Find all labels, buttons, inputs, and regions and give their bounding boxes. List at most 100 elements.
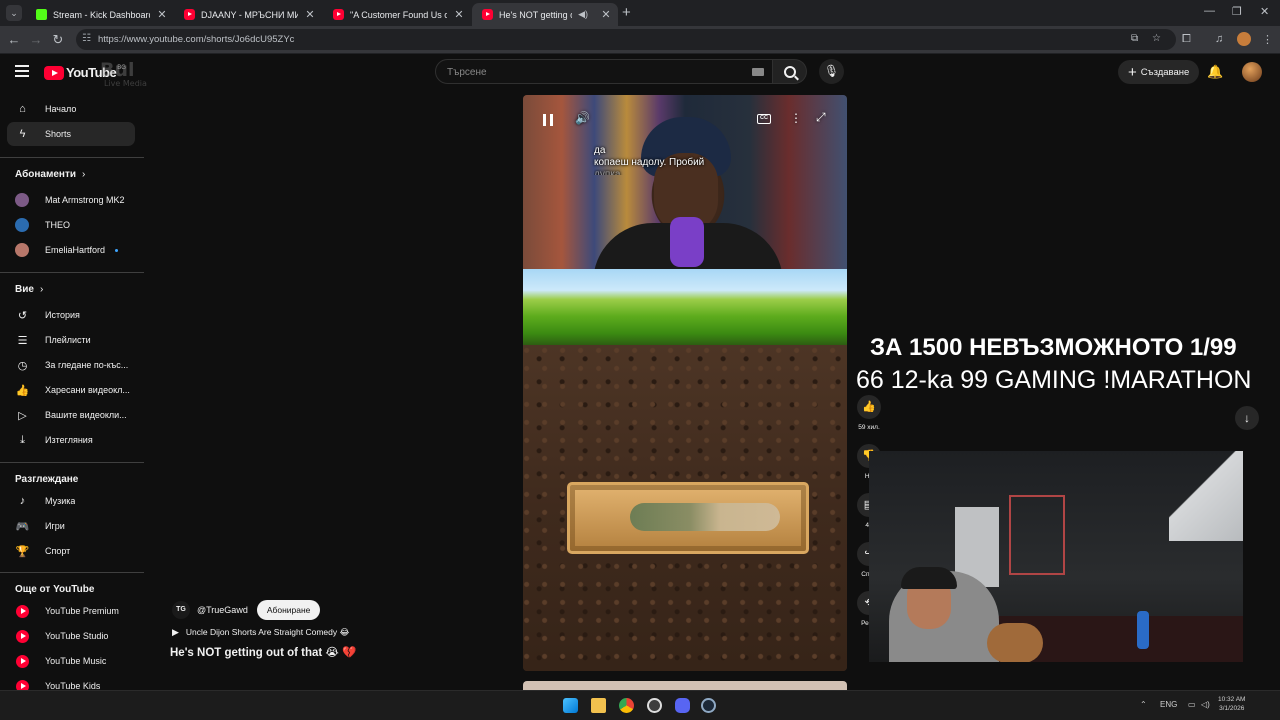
language-indicator[interactable]: ENG: [1160, 700, 1177, 709]
playlist-link[interactable]: ▶ Uncle Dijon Shorts Are Straight Comedy…: [172, 627, 349, 638]
browser-menu-icon[interactable]: ⋮: [1262, 33, 1273, 46]
extensions-icon[interactable]: ⧠: [1182, 33, 1191, 46]
sidebar-item-youtube-studio[interactable]: YouTube Studio: [7, 624, 135, 648]
tab-title: He's NOT getting out of tha: [499, 9, 572, 20]
close-tab-icon[interactable]: ✕: [156, 8, 168, 21]
short-title[interactable]: He's NOT getting out of that 😭 💔: [170, 645, 356, 659]
obs-icon[interactable]: [647, 698, 662, 713]
windows-start-icon[interactable]: [563, 698, 578, 713]
like-button[interactable]: 👍 59 хил.: [857, 395, 881, 431]
network-icon[interactable]: ▭: [1188, 700, 1196, 709]
section-title: Абонаменти: [15, 169, 77, 180]
restore-icon[interactable]: ❐: [1232, 5, 1242, 18]
sidebar-item-label: За гледане по-къс...: [45, 360, 129, 370]
tray-chevron-up-icon[interactable]: ⌃: [1140, 700, 1147, 709]
profile-avatar-icon[interactable]: [1237, 32, 1251, 46]
youtube-play-icon: [44, 65, 64, 80]
bookmark-star-icon[interactable]: ☆: [1152, 33, 1161, 44]
back-icon[interactable]: ←: [6, 32, 22, 47]
account-avatar[interactable]: [1242, 62, 1262, 82]
notifications-bell-icon[interactable]: 🔔: [1207, 64, 1223, 80]
create-button[interactable]: + Създаване: [1118, 60, 1200, 84]
sidebar-item-your-videos[interactable]: ▷ Вашите видеокли...: [7, 403, 135, 427]
next-short-arrow-down-icon[interactable]: ↓: [1235, 406, 1259, 430]
file-explorer-icon[interactable]: [591, 698, 606, 713]
volume-icon[interactable]: 🔊: [575, 111, 590, 125]
sidebar-item-music[interactable]: ♪ Музика: [7, 489, 135, 513]
search-placeholder: Търсене: [447, 67, 487, 78]
tab-customer-yelp[interactable]: "A Customer Found Us on Yelp ✕: [323, 3, 471, 26]
tab-djaany[interactable]: DJAANY - МРЪСНИ МИСЛИ [ ✕: [174, 3, 322, 26]
keyboard-icon[interactable]: [752, 68, 764, 76]
system-clock[interactable]: 10:32 AM 3/1/2026: [1218, 695, 1245, 713]
subscribe-button[interactable]: Абониране: [256, 600, 321, 620]
youtube-icon: [333, 9, 344, 20]
fullscreen-icon[interactable]: ⤢: [816, 110, 826, 125]
sidebar-item-label: Музика: [45, 496, 76, 506]
guide-menu-icon[interactable]: [15, 65, 29, 80]
channel-name[interactable]: @TrueGawd: [197, 605, 248, 615]
youtube-icon: [184, 9, 195, 20]
volume-tray-icon[interactable]: ◁): [1201, 700, 1210, 709]
tab-search-icon[interactable]: ⌄: [6, 5, 22, 21]
tab-title: "A Customer Found Us on Yelp: [350, 9, 447, 20]
chrome-icon[interactable]: [619, 698, 634, 713]
forward-icon[interactable]: →: [28, 32, 44, 47]
explore-header: Разглеждане: [15, 474, 78, 485]
sidebar-item-downloads[interactable]: ⤓ Изтегляния: [7, 428, 135, 452]
youtube-studio-icon: [16, 629, 29, 643]
pet-shape: [987, 623, 1043, 662]
sidebar-item-label: Спорт: [45, 546, 71, 556]
new-tab-icon[interactable]: +: [622, 4, 631, 21]
close-tab-icon[interactable]: ✕: [453, 8, 465, 21]
coffin-image: [567, 482, 809, 554]
media-control-icon[interactable]: ♫: [1215, 33, 1223, 45]
sidebar-item-liked-videos[interactable]: 👍 Харесани видеокл...: [7, 378, 135, 402]
reload-icon[interactable]: ↻: [50, 32, 66, 48]
softbox-light-shape: [1169, 451, 1243, 541]
sidebar-item-emeliahartford[interactable]: EmeliaHartford: [7, 238, 135, 262]
site-info-icon[interactable]: ☷: [82, 33, 91, 44]
tab-kick-dashboard[interactable]: Stream - Kick Dashboard ✕: [26, 3, 174, 26]
sidebar-item-gaming[interactable]: 🎮 Игри: [7, 514, 135, 538]
address-bar[interactable]: ☷ https://www.youtube.com/shorts/Jo6dcU9…: [76, 29, 1176, 50]
captions-icon[interactable]: CC: [757, 114, 771, 124]
install-app-icon[interactable]: ⧉: [1131, 33, 1138, 44]
sidebar-item-watch-later[interactable]: ◷ За гледане по-къс...: [7, 353, 135, 377]
stream-watermark: Bul Live Media: [100, 59, 147, 88]
youtube-icon: [482, 9, 493, 20]
sidebar-item-youtube-music[interactable]: YouTube Music: [7, 649, 135, 673]
minimize-icon[interactable]: —: [1204, 5, 1215, 17]
search-input[interactable]: Търсене: [435, 59, 773, 84]
sidebar-item-home[interactable]: ⌂ Начало: [7, 97, 135, 121]
close-tab-icon[interactable]: ✕: [304, 8, 316, 21]
close-window-icon[interactable]: ✕: [1260, 5, 1269, 18]
sidebar-item-youtube-premium[interactable]: YouTube Premium: [7, 599, 135, 623]
more-options-icon[interactable]: ⋮: [790, 111, 802, 125]
sidebar-item-shorts[interactable]: ϟ Shorts: [7, 122, 135, 146]
channel-avatar[interactable]: TG: [172, 601, 190, 619]
sidebar-item-mat-armstrong[interactable]: Mat Armstrong MK2: [7, 188, 135, 212]
sidebar-item-label: Игри: [45, 521, 65, 531]
steam-icon[interactable]: [701, 698, 716, 713]
discord-icon[interactable]: [675, 698, 690, 713]
pause-icon[interactable]: [543, 114, 553, 126]
chevron-right-icon: ›: [82, 169, 86, 180]
sidebar-item-history[interactable]: ↺ История: [7, 303, 135, 327]
sidebar-item-theo[interactable]: THEO: [7, 213, 135, 237]
subscriptions-header[interactable]: Абонаменти ›: [15, 169, 85, 180]
home-icon: ⌂: [19, 103, 26, 115]
sidebar-item-sports[interactable]: 🏆 Спорт: [7, 539, 135, 563]
shorts-video-player[interactable]: 🔊 CC ⋮ ⤢ да копаеш надолу. Пробий дупка: [523, 95, 847, 671]
you-header[interactable]: Вие ›: [15, 284, 43, 295]
url-text[interactable]: https://www.youtube.com/shorts/Jo6dcU95Z…: [98, 34, 294, 45]
download-icon: ⤓: [20, 433, 25, 446]
next-short-preview[interactable]: [523, 681, 847, 690]
sidebar-item-playlists[interactable]: ☰ Плейлисти: [7, 328, 135, 352]
tab-audio-icon[interactable]: ◀): [578, 9, 588, 20]
sidebar-item-label: Плейлисти: [45, 335, 91, 345]
voice-search-icon[interactable]: 🎙: [819, 59, 844, 84]
search-button[interactable]: [773, 59, 807, 84]
tab-current-short[interactable]: He's NOT getting out of tha ◀) ✕: [472, 3, 618, 26]
close-tab-icon[interactable]: ✕: [600, 8, 612, 21]
